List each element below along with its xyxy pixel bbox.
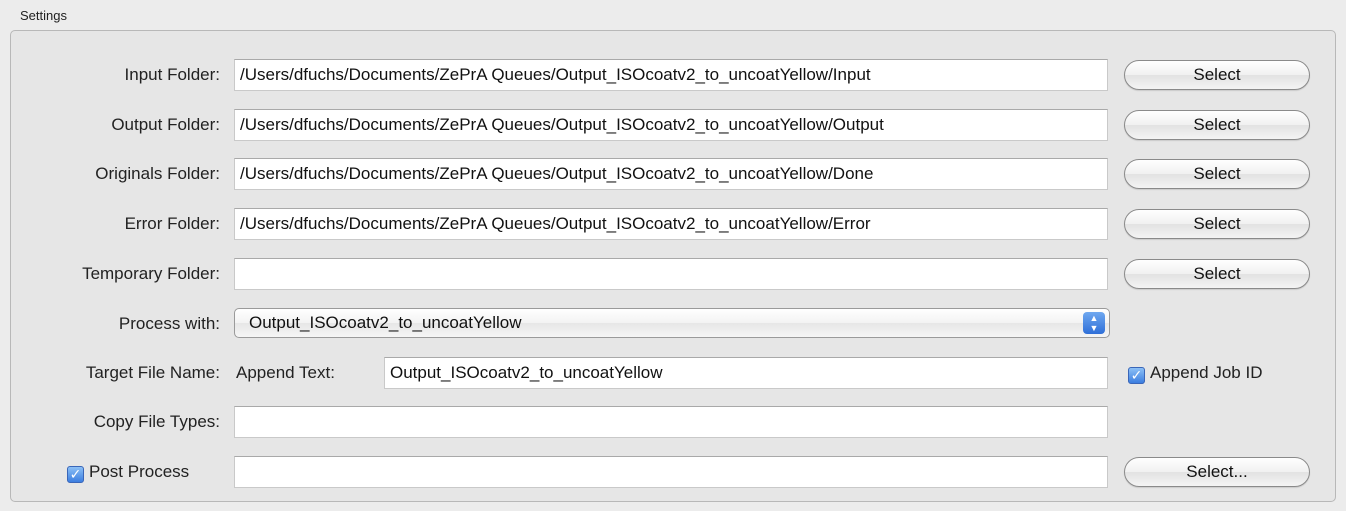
append-job-id-label: Append Job ID	[1150, 363, 1263, 382]
temporary-folder-row: Temporary Folder: Select	[0, 257, 1346, 291]
post-process-field[interactable]	[234, 456, 1108, 488]
input-folder-field[interactable]: /Users/dfuchs/Documents/ZePrA Queues/Out…	[234, 59, 1108, 91]
originals-folder-row: Originals Folder: /Users/dfuchs/Document…	[0, 157, 1346, 191]
temporary-folder-label: Temporary Folder:	[82, 264, 220, 283]
process-with-label: Process with:	[118, 314, 220, 333]
append-text-field[interactable]: Output_ISOcoatv2_to_uncoatYellow	[384, 357, 1108, 389]
temporary-folder-select-button[interactable]: Select	[1124, 259, 1310, 289]
error-folder-label: Error Folder:	[124, 214, 220, 233]
error-folder-row: Error Folder: /Users/dfuchs/Documents/Ze…	[0, 207, 1346, 241]
originals-folder-field[interactable]: /Users/dfuchs/Documents/ZePrA Queues/Out…	[234, 158, 1108, 190]
copy-file-types-field[interactable]	[234, 406, 1108, 438]
output-folder-field[interactable]: /Users/dfuchs/Documents/ZePrA Queues/Out…	[234, 109, 1108, 141]
checkmark-icon: ✓	[1128, 367, 1145, 384]
target-file-name-label: Target File Name:	[85, 363, 220, 382]
error-folder-select-button[interactable]: Select	[1124, 209, 1310, 239]
input-folder-row: Input Folder: /Users/dfuchs/Documents/Ze…	[0, 58, 1346, 92]
copy-file-types-row: Copy File Types:	[0, 405, 1346, 439]
output-folder-select-button[interactable]: Select	[1124, 110, 1310, 140]
settings-group-title: Settings	[20, 8, 67, 23]
temporary-folder-field[interactable]	[234, 258, 1108, 290]
checkmark-icon: ✓	[67, 466, 84, 483]
output-folder-row: Output Folder: /Users/dfuchs/Documents/Z…	[0, 108, 1346, 142]
error-folder-field[interactable]: /Users/dfuchs/Documents/ZePrA Queues/Out…	[234, 208, 1108, 240]
input-folder-label: Input Folder:	[124, 65, 220, 84]
target-file-name-row: Target File Name: Append Text: Output_IS…	[0, 356, 1346, 390]
post-process-label: Post Process	[89, 462, 190, 481]
updown-arrows-icon: ▲ ▼	[1083, 312, 1105, 334]
process-with-selected: Output_ISOcoatv2_to_uncoatYellow	[249, 313, 522, 332]
originals-folder-label: Originals Folder:	[95, 164, 220, 183]
append-text-label: Append Text:	[236, 363, 335, 382]
process-with-row: Process with: Output_ISOcoatv2_to_uncoat…	[0, 307, 1346, 341]
post-process-select-button[interactable]: Select...	[1124, 457, 1310, 487]
copy-file-types-label: Copy File Types:	[93, 412, 220, 431]
post-process-row: ✓ Post Process Select...	[0, 455, 1346, 489]
output-folder-label: Output Folder:	[111, 115, 220, 134]
process-with-dropdown[interactable]: Output_ISOcoatv2_to_uncoatYellow ▲ ▼	[234, 308, 1110, 338]
input-folder-select-button[interactable]: Select	[1124, 60, 1310, 90]
append-job-id-checkbox[interactable]: ✓ Append Job ID	[1128, 356, 1262, 390]
originals-folder-select-button[interactable]: Select	[1124, 159, 1310, 189]
post-process-checkbox[interactable]: ✓ Post Process	[67, 455, 189, 489]
